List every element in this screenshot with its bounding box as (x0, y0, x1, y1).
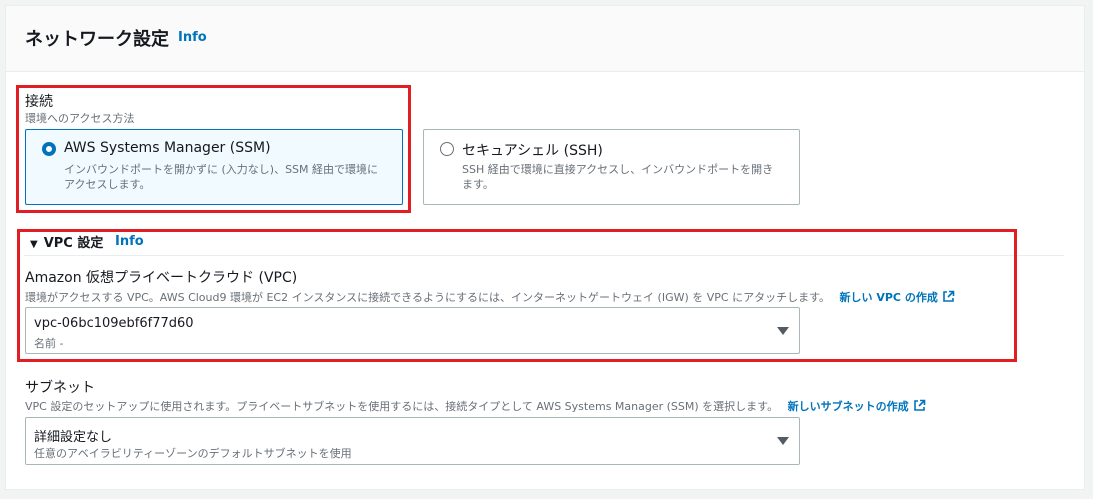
vpc-select[interactable]: vpc-06bc109ebf6f77d60 名前 - (25, 307, 800, 354)
info-link[interactable]: Info (178, 30, 207, 45)
create-vpc-link-label: 新しい VPC の作成 (839, 291, 938, 304)
create-subnet-link-label: 新しいサブネットの作成 (787, 400, 909, 413)
ssh-radio[interactable] (440, 142, 454, 156)
ssm-option-title: AWS Systems Manager (SSM) (64, 140, 271, 156)
ssm-option-tile[interactable]: AWS Systems Manager (SSM) インバウンドポートを開かずに… (25, 129, 403, 205)
ssh-option-description: SSH 経由で環境に直接アクセスし、インバウンドポートを開きます。 (462, 163, 774, 191)
ssm-option-description: インバウンドポートを開かずに (入力なし)、SSM 経由で環境にアクセスします。 (64, 163, 379, 191)
vpc-select-sub: 名前 - (34, 337, 64, 350)
subnet-description: VPC 設定のセットアップに使用されます。プライベートサブネットを使用するには、… (25, 400, 779, 413)
ssh-option-title: セキュアシェル (SSH) (462, 143, 603, 159)
connection-label: 接続 (25, 94, 53, 110)
external-link-icon (913, 399, 925, 411)
vpc-label: Amazon 仮想プライベートクラウド (VPC) (25, 270, 298, 286)
dropdown-caret-icon (777, 437, 789, 445)
subnet-label: サブネット (25, 380, 95, 396)
vpc-select-value: vpc-06bc109ebf6f77d60 (34, 316, 194, 331)
dropdown-caret-icon (777, 327, 789, 335)
subnet-description-row: VPC 設定のセットアップに使用されます。プライベートサブネットを使用するには、… (25, 398, 926, 414)
create-subnet-link[interactable]: 新しいサブネットの作成 (787, 399, 926, 413)
panel-header: ネットワーク設定 Info (6, 6, 1084, 72)
ssh-option-tile[interactable]: セキュアシェル (SSH) SSH 経由で環境に直接アクセスし、インバウンドポー… (423, 129, 800, 205)
vpc-description-row: 環境がアクセスする VPC。AWS Cloud9 環境が EC2 インスタンスに… (25, 289, 955, 305)
create-vpc-link[interactable]: 新しい VPC の作成 (839, 290, 955, 304)
connection-description: 環境へのアクセス方法 (25, 112, 135, 125)
subnet-select-sub: 任意のアベイラビリティーゾーンのデフォルトサブネットを使用 (34, 447, 352, 460)
subnet-select[interactable]: 詳細設定なし 任意のアベイラビリティーゾーンのデフォルトサブネットを使用 (25, 417, 800, 465)
subnet-select-value: 詳細設定なし (34, 430, 113, 445)
vpc-description: 環境がアクセスする VPC。AWS Cloud9 環境が EC2 インスタンスに… (25, 291, 831, 304)
page-title: ネットワーク設定 (25, 29, 169, 50)
ssm-radio[interactable] (42, 142, 56, 156)
external-link-icon (943, 290, 955, 302)
